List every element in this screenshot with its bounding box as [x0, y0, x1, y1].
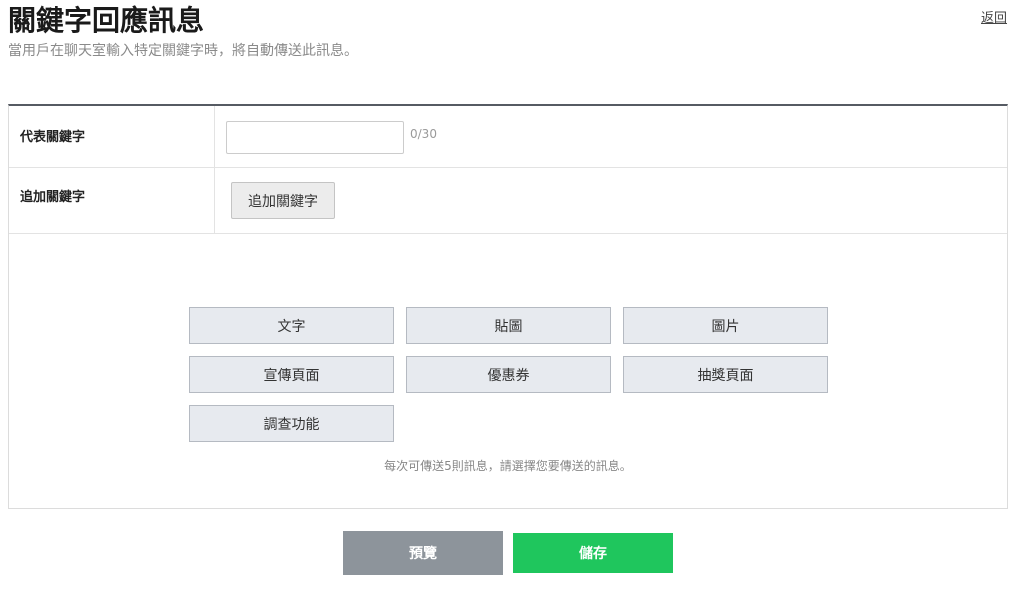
extra-keyword-label: 追加關鍵字 [20, 190, 86, 205]
message-type-survey-button[interactable]: 調查功能 [189, 405, 394, 442]
message-type-promo-page-button[interactable]: 宣傳頁面 [189, 356, 394, 393]
message-type-image-button[interactable]: 圖片 [623, 307, 828, 344]
extra-keyword-label-cell: 追加關鍵字 [9, 168, 215, 233]
save-button[interactable]: 儲存 [513, 533, 673, 573]
message-type-sticker-button[interactable]: 貼圖 [406, 307, 611, 344]
main-keyword-input[interactable] [226, 121, 404, 154]
message-type-coupon-button[interactable]: 優惠券 [406, 356, 611, 393]
message-type-lottery-page-button[interactable]: 抽獎頁面 [623, 356, 828, 393]
page-subtitle: 當用戶在聊天室輸入特定關鍵字時，將自動傳送此訊息。 [8, 43, 358, 59]
message-limit-note: 每次可傳送5則訊息，請選擇您要傳送的訊息。 [384, 459, 632, 473]
main-keyword-row: 代表關鍵字 0/30 [9, 106, 1007, 168]
extra-keyword-row: 追加關鍵字 追加關鍵字 [9, 168, 1007, 234]
main-keyword-char-counter: 0/30 [410, 127, 437, 141]
message-type-grid: 文字 貼圖 圖片 宣傳頁面 優惠券 抽獎頁面 調查功能 [189, 307, 828, 442]
add-keyword-button[interactable]: 追加關鍵字 [231, 182, 335, 219]
back-link[interactable]: 返回 [981, 10, 1007, 28]
page-title: 關鍵字回應訊息 [8, 4, 205, 37]
keyword-form-panel: 代表關鍵字 0/30 追加關鍵字 追加關鍵字 文字 貼圖 圖片 宣傳頁面 優惠券… [8, 104, 1008, 509]
message-type-section: 文字 貼圖 圖片 宣傳頁面 優惠券 抽獎頁面 調查功能 每次可傳送5則訊息，請選… [9, 234, 1007, 508]
preview-button[interactable]: 預覽 [343, 531, 503, 575]
main-keyword-label-cell: 代表關鍵字 [9, 106, 215, 167]
message-type-text-button[interactable]: 文字 [189, 307, 394, 344]
main-keyword-label: 代表關鍵字 [20, 130, 86, 145]
